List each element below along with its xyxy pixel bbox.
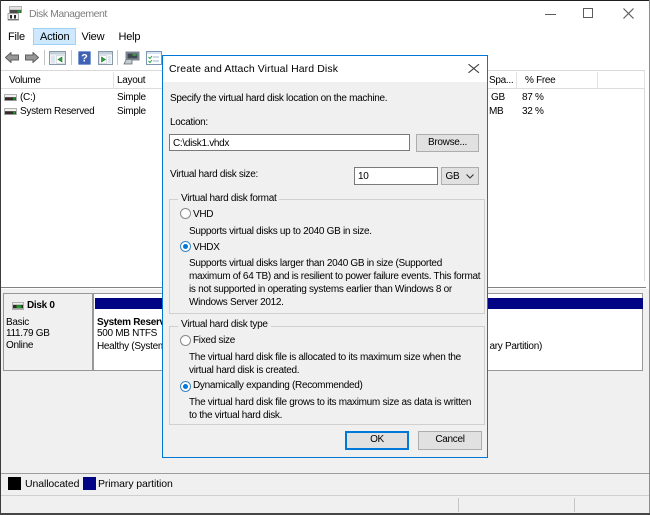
svg-text:?: ? — [81, 53, 88, 65]
